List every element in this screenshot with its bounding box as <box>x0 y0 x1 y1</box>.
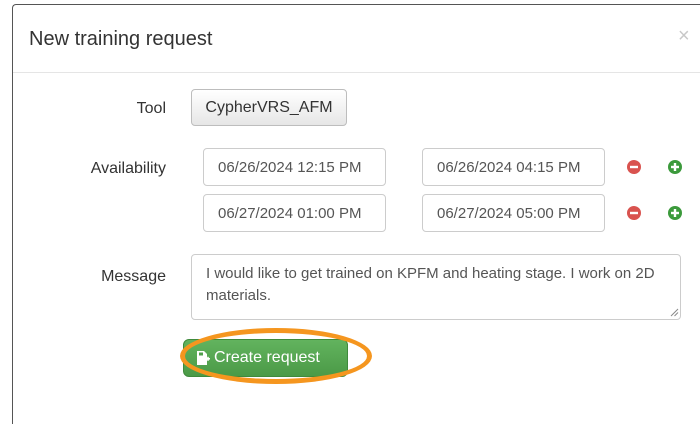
minus-circle-icon <box>627 160 641 174</box>
modal-header: New training request × <box>13 5 700 73</box>
availability-label: Availability <box>90 160 166 177</box>
create-request-label: Create request <box>214 349 320 366</box>
add-availability-button-2[interactable] <box>668 206 682 220</box>
tool-label: Tool <box>136 100 166 117</box>
message-label: Message <box>101 268 166 285</box>
add-availability-button-1[interactable] <box>668 160 682 174</box>
remove-availability-button-2[interactable] <box>627 206 641 220</box>
plus-circle-icon <box>668 160 682 174</box>
minus-circle-icon <box>627 206 641 220</box>
remove-availability-button-1[interactable] <box>627 160 641 174</box>
availability-start-2[interactable] <box>203 194 386 232</box>
create-request-button[interactable]: Create request <box>183 339 348 377</box>
message-textarea[interactable]: I would like to get trained on KPFM and … <box>191 254 681 320</box>
close-icon[interactable]: × <box>678 26 690 46</box>
plus-circle-icon <box>668 206 682 220</box>
resize-grip-icon[interactable] <box>670 308 679 317</box>
availability-end-2[interactable] <box>422 194 605 232</box>
tool-select-button[interactable]: CypherVRS_AFM <box>191 89 347 126</box>
availability-end-1[interactable] <box>422 148 605 186</box>
save-file-icon <box>197 351 210 365</box>
availability-start-1[interactable] <box>203 148 386 186</box>
modal-title: New training request <box>29 28 213 50</box>
